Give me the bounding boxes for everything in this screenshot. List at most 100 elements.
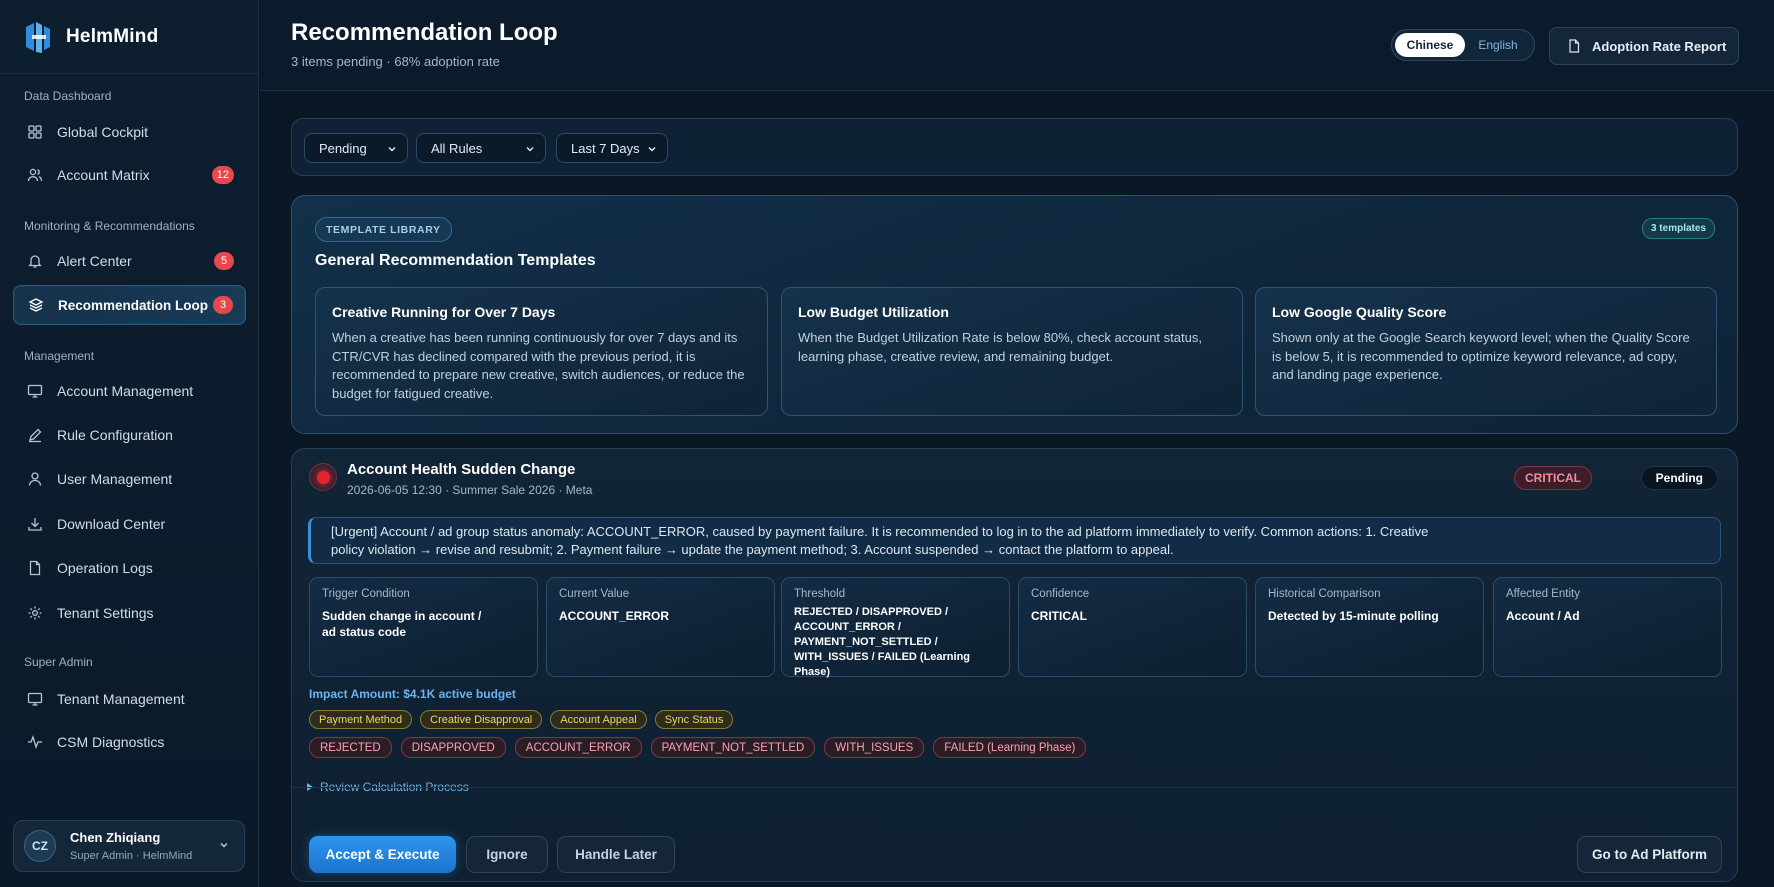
language-toggle: Chinese English: [1391, 29, 1535, 61]
lang-option-chinese[interactable]: Chinese: [1395, 33, 1465, 57]
sidebar-item-download-center[interactable]: Download Center: [13, 504, 246, 544]
template-card-title: Low Google Quality Score: [1272, 304, 1447, 320]
sidebar-item-rule-configuration[interactable]: Rule Configuration: [13, 415, 246, 455]
severity-badge: CRITICAL: [1514, 466, 1592, 490]
metric-label: Threshold: [794, 588, 846, 600]
sidebar-item-user-management[interactable]: User Management: [13, 459, 246, 499]
gear-icon: [27, 605, 43, 621]
page-title: Recommendation Loop: [291, 19, 558, 46]
user-name: Chen Zhiqiang: [70, 830, 161, 845]
sidebar-item-label: Account Management: [57, 383, 194, 399]
action-tag[interactable]: Creative Disapproval: [420, 710, 543, 729]
download-icon: [27, 516, 43, 532]
count-badge: 3: [213, 296, 233, 314]
sidebar-item-global-cockpit[interactable]: Global Cockpit: [13, 112, 246, 152]
handle-later-button[interactable]: Handle Later: [557, 836, 675, 873]
count-badge: 12: [211, 166, 234, 184]
status-code-tag: WITH_ISSUES: [824, 737, 925, 758]
nav-section-super-admin: Super Admin: [24, 655, 93, 669]
brand[interactable]: HelmMind: [0, 0, 258, 74]
status-filter-select[interactable]: Pending: [304, 133, 408, 163]
brand-name: HelmMind: [66, 25, 159, 47]
metric-value: CRITICAL: [1031, 609, 1087, 623]
adoption-report-button[interactable]: Adoption Rate Report: [1549, 27, 1739, 65]
sidebar-item-label: CSM Diagnostics: [57, 734, 165, 750]
date-range-select[interactable]: Last 7 Days: [556, 133, 668, 163]
user-icon: [27, 471, 43, 487]
status-code-tag: PAYMENT_NOT_SETTLED: [650, 737, 816, 758]
status-code-tag: REJECTED: [309, 737, 392, 758]
nav-section-monitoring: Monitoring & Recommendations: [24, 219, 195, 233]
sidebar-item-alert-center[interactable]: Alert Center 5: [13, 241, 246, 281]
action-tag[interactable]: Account Appeal: [550, 710, 647, 729]
sidebar-item-label: Recommendation Loop: [58, 297, 209, 313]
action-tag[interactable]: Payment Method: [309, 710, 413, 729]
sidebar-item-account-management[interactable]: Account Management: [13, 371, 246, 411]
monitor-icon: [27, 691, 43, 707]
sidebar: HelmMind Data Dashboard Global Cockpit A…: [0, 0, 259, 887]
sidebar-item-operation-logs[interactable]: Operation Logs: [13, 548, 246, 588]
impact-amount: Impact Amount: $4.1K active budget: [309, 687, 516, 701]
critical-status-icon: [309, 463, 337, 491]
lang-option-english[interactable]: English: [1465, 33, 1531, 57]
monitor-icon: [27, 383, 43, 399]
recommendation-card: Account Health Sudden Change 2026-06-05 …: [291, 448, 1739, 882]
sidebar-item-label: Operation Logs: [57, 560, 153, 576]
metric-value: ACCOUNT_ERROR: [559, 609, 670, 623]
template-card[interactable]: Low Google Quality Score Shown only at t…: [1255, 287, 1717, 416]
accept-execute-button[interactable]: Accept & Execute: [309, 836, 456, 873]
chevron-down-icon: [526, 146, 534, 152]
recommendation-title: Account Health Sudden Change: [347, 461, 576, 478]
sidebar-item-label: Tenant Settings: [57, 605, 154, 621]
template-card-body: Shown only at the Google Search keyword …: [1272, 330, 1690, 382]
metric-current-value: Current Value ACCOUNT_ERROR: [546, 577, 775, 677]
status-code-tags: REJECTED DISAPPROVED ACCOUNT_ERROR PAYME…: [309, 737, 1087, 758]
action-tag[interactable]: Sync Status: [654, 710, 734, 729]
go-to-ad-platform-button[interactable]: Go to Ad Platform: [1577, 836, 1722, 873]
nav-section-management: Management: [24, 349, 95, 363]
template-library-tag: TEMPLATE LIBRARY: [315, 217, 452, 242]
action-tags: Payment Method Creative Disapproval Acco…: [309, 710, 734, 729]
rule-filter-select[interactable]: All Rules: [416, 133, 546, 163]
sidebar-item-csm-diagnostics[interactable]: CSM Diagnostics: [13, 722, 246, 762]
sidebar-item-recommendation-loop[interactable]: Recommendation Loop 3: [13, 285, 246, 325]
user-role: Super Admin · HelmMind: [70, 850, 193, 862]
layers-icon: [28, 297, 44, 313]
sidebar-item-label: User Management: [57, 471, 173, 487]
ignore-button[interactable]: Ignore: [466, 836, 548, 873]
status-code-tag: FAILED (Learning Phase): [933, 737, 1087, 758]
message-line: policy violation → revise and resubmit; …: [331, 542, 1174, 557]
file-icon: [27, 560, 43, 576]
metric-threshold: Threshold REJECTED / DISAPPROVED / ACCOUN…: [781, 577, 1010, 678]
avatar: CZ: [24, 830, 56, 862]
sidebar-item-account-matrix[interactable]: Account Matrix 12: [13, 155, 246, 195]
message-line: [Urgent] Account / ad group status anoma…: [331, 524, 1429, 539]
sidebar-item-label: Account Matrix: [57, 167, 150, 183]
divider: [292, 787, 1739, 788]
user-info: Chen Zhiqiang Super Admin · HelmMind: [70, 830, 192, 862]
pulse-icon: [27, 734, 43, 750]
page-subtitle: 3 items pending · 68% adoption rate: [291, 54, 500, 69]
users-icon: [27, 167, 43, 183]
sidebar-item-label: Download Center: [57, 516, 166, 532]
metric-label: Historical Comparison: [1268, 588, 1381, 600]
status-code-tag: ACCOUNT_ERROR: [514, 737, 642, 758]
template-card[interactable]: Creative Running for Over 7 Days When a …: [315, 287, 768, 416]
template-card[interactable]: Low Budget Utilization When the Budget U…: [781, 287, 1243, 416]
page-header: Recommendation Loop 3 items pending · 68…: [260, 0, 1774, 91]
user-menu[interactable]: CZ Chen Zhiqiang Super Admin · HelmMind: [13, 820, 245, 872]
metric-value: Account / Ad: [1506, 609, 1580, 623]
sidebar-item-tenant-settings[interactable]: Tenant Settings: [13, 593, 246, 633]
filter-bar: Pending All Rules Last 7 Days: [291, 118, 1738, 176]
metric-confidence: Confidence CRITICAL: [1018, 577, 1247, 677]
status-filter-value: Pending: [319, 140, 367, 156]
template-card-title: Low Budget Utilization: [798, 304, 949, 320]
metric-value: Sudden change in account / ad status code: [322, 609, 482, 639]
file-icon: [1569, 39, 1580, 53]
metric-label: Current Value: [559, 588, 630, 600]
sidebar-item-label: Tenant Management: [57, 691, 185, 707]
grid-icon: [27, 124, 43, 140]
template-library: TEMPLATE LIBRARY 3 templates General Rec…: [291, 195, 1738, 434]
chevron-down-icon: [648, 146, 656, 152]
sidebar-item-tenant-management[interactable]: Tenant Management: [13, 679, 246, 719]
